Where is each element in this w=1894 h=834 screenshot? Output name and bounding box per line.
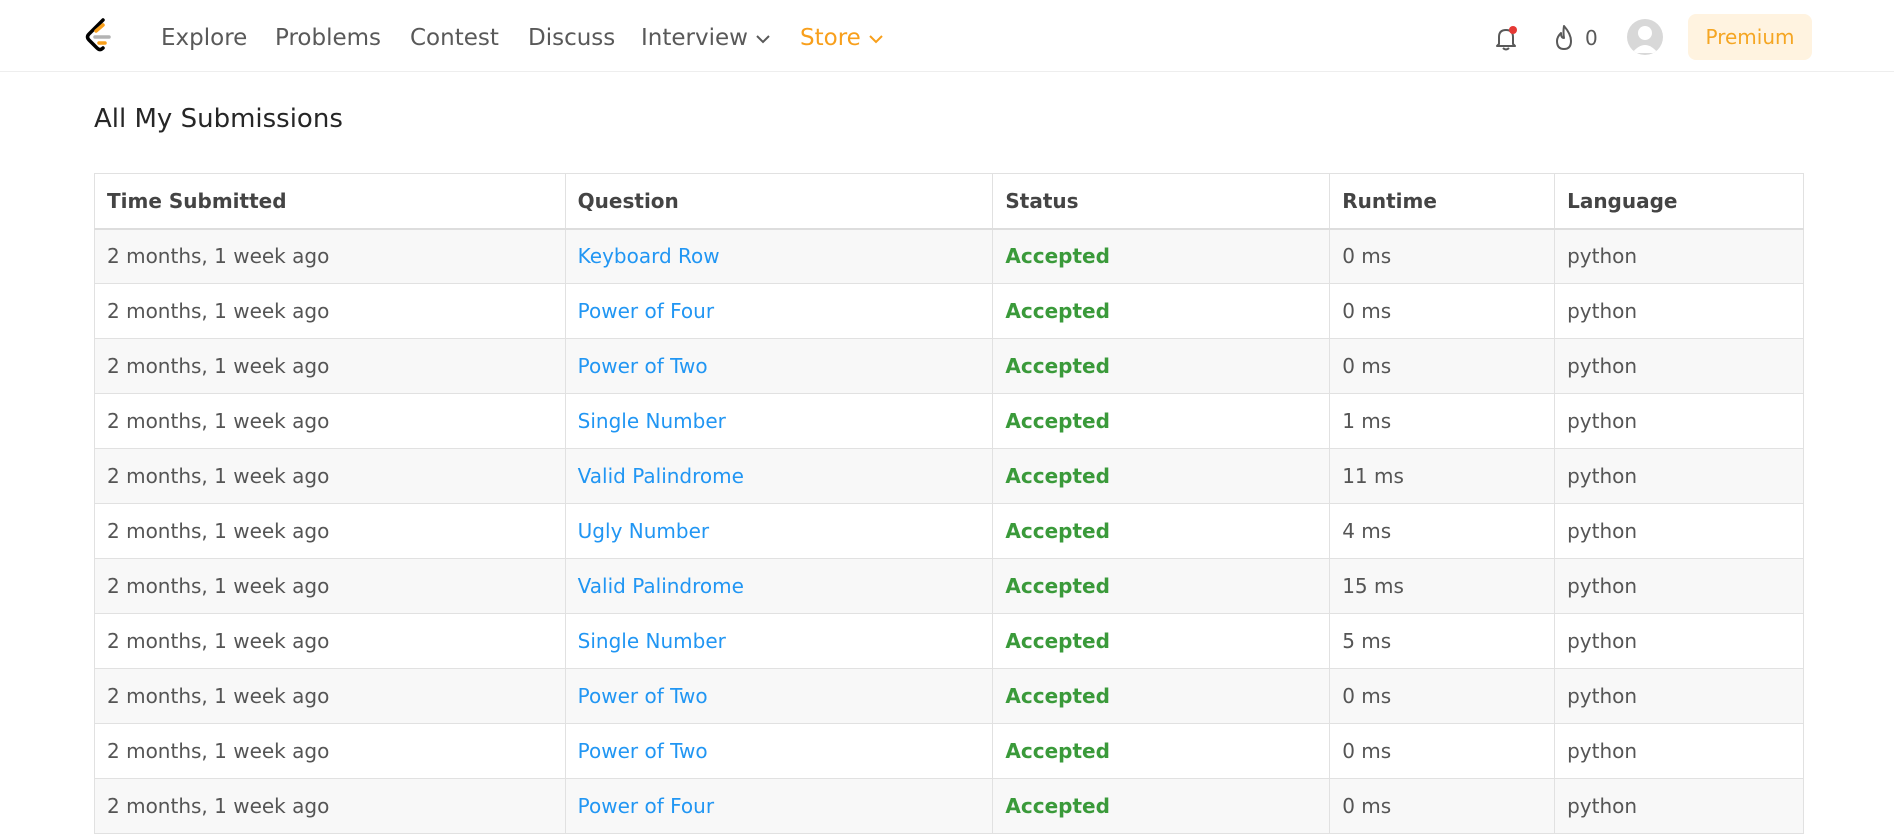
runtime-cell: 0 ms: [1329, 723, 1556, 779]
nav-contest[interactable]: Contest: [410, 24, 499, 52]
status-link[interactable]: Accepted: [992, 283, 1331, 339]
header-runtime[interactable]: Runtime: [1329, 173, 1556, 230]
time-submitted-cell: 2 months, 1 week ago: [94, 558, 566, 614]
runtime-cell: 0 ms: [1329, 338, 1556, 394]
status-link[interactable]: Accepted: [992, 668, 1331, 724]
time-submitted-cell: 2 months, 1 week ago: [94, 613, 566, 669]
question-link[interactable]: Power of Two: [564, 668, 994, 724]
question-link[interactable]: Keyboard Row: [564, 228, 994, 284]
language-cell: python: [1554, 558, 1804, 614]
nav-store-label: Store: [800, 25, 861, 51]
question-link[interactable]: Single Number: [564, 393, 994, 449]
status-link[interactable]: Accepted: [992, 228, 1331, 284]
status-link[interactable]: Accepted: [992, 558, 1331, 614]
top-navbar: Explore Problems Contest Discuss Intervi…: [0, 0, 1894, 72]
language-cell: python: [1554, 613, 1804, 669]
header-question[interactable]: Question: [564, 173, 994, 230]
status-link[interactable]: Accepted: [992, 338, 1331, 394]
status-link[interactable]: Accepted: [992, 778, 1331, 834]
table-row: 2 months, 1 week ago Power of Two Accepted…: [94, 668, 1804, 724]
question-link[interactable]: Valid Palindrome: [564, 558, 994, 614]
time-submitted-cell: 2 months, 1 week ago: [94, 668, 566, 724]
streak-count: 0: [1585, 26, 1598, 50]
status-link[interactable]: Accepted: [992, 448, 1331, 504]
language-cell: python: [1554, 723, 1804, 779]
nav-explore[interactable]: Explore: [161, 24, 247, 52]
runtime-cell: 0 ms: [1329, 283, 1556, 339]
nav-discuss[interactable]: Discuss: [528, 24, 615, 52]
time-submitted-cell: 2 months, 1 week ago: [94, 778, 566, 834]
question-link[interactable]: Power of Two: [564, 723, 994, 779]
language-cell: python: [1554, 338, 1804, 394]
status-link[interactable]: Accepted: [992, 393, 1331, 449]
runtime-cell: 0 ms: [1329, 668, 1556, 724]
table-row: 2 months, 1 week ago Power of Four Accepte…: [94, 283, 1804, 339]
language-cell: python: [1554, 448, 1804, 504]
status-link[interactable]: Accepted: [992, 723, 1331, 779]
language-cell: python: [1554, 778, 1804, 834]
language-cell: python: [1554, 668, 1804, 724]
submissions-table-container: Time Submitted Question Status Runtime L…: [94, 173, 1804, 834]
user-avatar-icon: [1632, 26, 1658, 53]
notification-dot: [1509, 26, 1517, 34]
header-status[interactable]: Status: [992, 173, 1331, 230]
time-submitted-cell: 2 months, 1 week ago: [94, 228, 566, 284]
header-language[interactable]: Language: [1554, 173, 1804, 230]
runtime-cell: 0 ms: [1329, 778, 1556, 834]
runtime-cell: 0 ms: [1329, 228, 1556, 284]
time-submitted-cell: 2 months, 1 week ago: [94, 283, 566, 339]
time-submitted-cell: 2 months, 1 week ago: [94, 723, 566, 779]
time-submitted-cell: 2 months, 1 week ago: [94, 448, 566, 504]
chevron-down-icon: [869, 34, 883, 43]
status-link[interactable]: Accepted: [992, 613, 1331, 669]
runtime-cell: 15 ms: [1329, 558, 1556, 614]
time-submitted-cell: 2 months, 1 week ago: [94, 503, 566, 559]
question-link[interactable]: Valid Palindrome: [564, 448, 994, 504]
table-row: 2 months, 1 week ago Ugly Number Accepted 4…: [94, 503, 1804, 559]
runtime-cell: 4 ms: [1329, 503, 1556, 559]
premium-button[interactable]: Premium: [1688, 14, 1812, 60]
language-cell: python: [1554, 503, 1804, 559]
nav-problems[interactable]: Problems: [275, 24, 381, 52]
notification-bell-icon[interactable]: [1492, 24, 1520, 52]
submissions-table: Time Submitted Question Status Runtime L…: [94, 173, 1804, 834]
runtime-cell: 1 ms: [1329, 393, 1556, 449]
time-submitted-cell: 2 months, 1 week ago: [94, 393, 566, 449]
table-row: 2 months, 1 week ago Power of Two Accepted…: [94, 723, 1804, 779]
leetcode-logo-icon[interactable]: [83, 18, 115, 54]
question-link[interactable]: Power of Two: [564, 338, 994, 394]
table-row: 2 months, 1 week ago Power of Two Accepted…: [94, 338, 1804, 394]
question-link[interactable]: Power of Four: [564, 778, 994, 834]
table-row: 2 months, 1 week ago Power of Four Accepte…: [94, 778, 1804, 834]
runtime-cell: 11 ms: [1329, 448, 1556, 504]
table-row: 2 months, 1 week ago Valid Palindrome Acce…: [94, 558, 1804, 614]
nav-interview[interactable]: Interview: [641, 24, 770, 52]
time-submitted-cell: 2 months, 1 week ago: [94, 338, 566, 394]
nav-interview-label: Interview: [641, 25, 748, 51]
table-row: 2 months, 1 week ago Valid Palindrome Acce…: [94, 448, 1804, 504]
question-link[interactable]: Single Number: [564, 613, 994, 669]
language-cell: python: [1554, 228, 1804, 284]
table-row: 2 months, 1 week ago Single Number Accepte…: [94, 393, 1804, 449]
chevron-down-icon: [756, 34, 770, 43]
runtime-cell: 5 ms: [1329, 613, 1556, 669]
table-header-row: Time Submitted Question Status Runtime L…: [94, 173, 1804, 230]
header-time-submitted[interactable]: Time Submitted: [94, 173, 566, 230]
table-row: 2 months, 1 week ago Single Number Accepte…: [94, 613, 1804, 669]
question-link[interactable]: Power of Four: [564, 283, 994, 339]
nav-store[interactable]: Store: [800, 24, 883, 52]
question-link[interactable]: Ugly Number: [564, 503, 994, 559]
avatar[interactable]: [1627, 19, 1663, 55]
language-cell: python: [1554, 283, 1804, 339]
page-title: All My Submissions: [94, 104, 343, 134]
status-link[interactable]: Accepted: [992, 503, 1331, 559]
language-cell: python: [1554, 393, 1804, 449]
streak-fire-icon[interactable]: [1551, 24, 1577, 52]
table-row: 2 months, 1 week ago Keyboard Row Accepted…: [94, 228, 1804, 284]
